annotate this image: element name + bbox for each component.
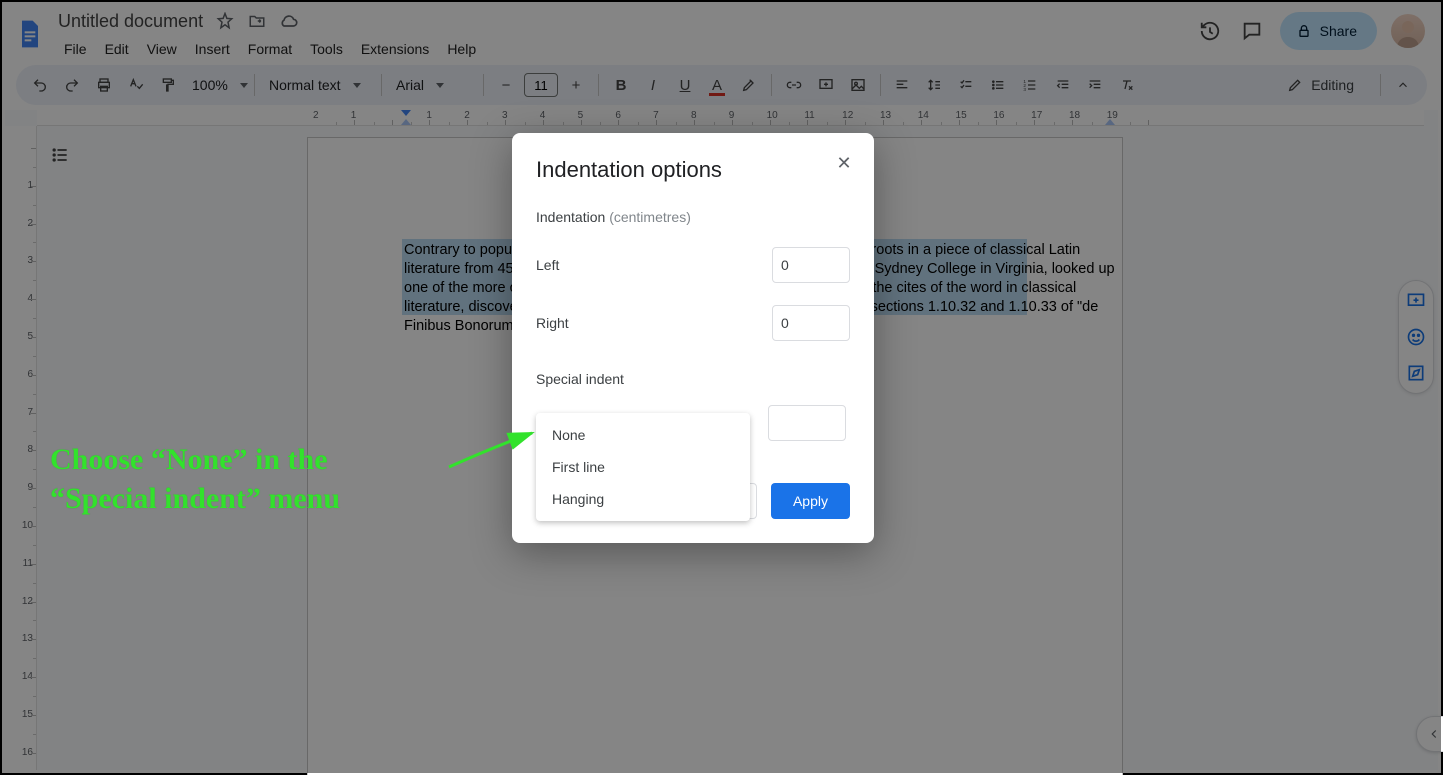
- special-option-first-line[interactable]: First line: [536, 451, 750, 483]
- left-indent-row: Left: [536, 247, 850, 283]
- close-button[interactable]: ✕: [832, 151, 856, 175]
- special-option-none[interactable]: None: [536, 419, 750, 451]
- right-indent-row: Right: [536, 305, 850, 341]
- dialog-title: Indentation options: [536, 157, 850, 183]
- special-indent-label: Special indent: [536, 371, 850, 387]
- special-indent-menu: None First line Hanging: [536, 413, 750, 521]
- right-indent-input[interactable]: [772, 305, 850, 341]
- indentation-section-label: Indentation (centimetres): [536, 209, 850, 225]
- special-option-hanging[interactable]: Hanging: [536, 483, 750, 515]
- special-indent-value-input[interactable]: [768, 405, 846, 441]
- right-label: Right: [536, 315, 569, 331]
- left-label: Left: [536, 257, 559, 273]
- indentation-options-dialog: Indentation options ✕ Indentation (centi…: [512, 133, 874, 543]
- left-indent-input[interactable]: [772, 247, 850, 283]
- apply-button[interactable]: Apply: [771, 483, 850, 519]
